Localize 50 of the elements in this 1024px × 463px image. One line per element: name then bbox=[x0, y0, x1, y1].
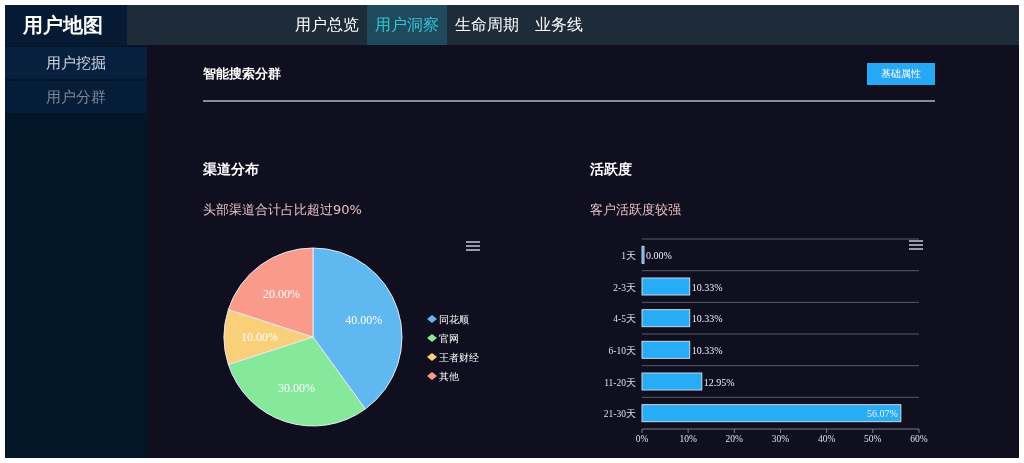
category-label: 4-5天 bbox=[613, 314, 636, 325]
sidebar-item[interactable]: 用户挖掘 bbox=[5, 47, 147, 79]
slice-label: 40.00% bbox=[345, 313, 383, 328]
legend-label[interactable]: 其他 bbox=[439, 371, 459, 382]
legend-marker-icon bbox=[427, 372, 437, 380]
tick-label: 0% bbox=[635, 434, 649, 444]
category-label: 11-20天 bbox=[604, 377, 636, 388]
bar-value-label: 10.33% bbox=[691, 313, 723, 325]
bar bbox=[641, 309, 691, 328]
tick-label: 30% bbox=[771, 434, 790, 444]
slice-label: 20.00% bbox=[263, 286, 301, 301]
legend-label[interactable]: 王者财经 bbox=[439, 352, 479, 363]
tick-label: 20% bbox=[725, 434, 744, 444]
panel-subtitle: 客户活跃度较强 bbox=[590, 202, 681, 217]
tick-label: 50% bbox=[864, 434, 882, 444]
tick-label: 60% bbox=[910, 434, 928, 444]
category-label: 21-30天 bbox=[603, 409, 636, 420]
bar-value-label: 10.33% bbox=[691, 344, 723, 356]
category-label: 2-3天 bbox=[613, 282, 636, 293]
bar bbox=[641, 245, 645, 264]
category-label: 1天 bbox=[621, 250, 636, 261]
sidebar-item[interactable]: 用户分群 bbox=[5, 81, 147, 113]
panel-title: 活跃度 bbox=[590, 161, 632, 177]
bar-value-label: 10.33% bbox=[691, 281, 723, 293]
legend-label[interactable]: 官网 bbox=[439, 333, 459, 344]
menu-icon[interactable] bbox=[909, 240, 923, 250]
nav-tab[interactable]: 用户总览 bbox=[287, 5, 367, 45]
slice-label: 10.00% bbox=[241, 330, 279, 344]
legend-marker-icon bbox=[427, 334, 437, 342]
section-title: 智能搜索分群 bbox=[203, 64, 281, 83]
legend-label[interactable]: 同花顺 bbox=[439, 314, 469, 325]
app-logo: 用户地图 bbox=[5, 5, 127, 45]
bar-value-label: 0.00% bbox=[646, 249, 672, 261]
legend-marker-icon bbox=[427, 315, 437, 323]
menu-icon[interactable] bbox=[466, 241, 480, 251]
tick-label: 40% bbox=[817, 434, 836, 444]
bar-value-label: 12.95% bbox=[703, 376, 735, 388]
category-label: 6-10天 bbox=[608, 345, 636, 356]
nav-tab[interactable]: 业务线 bbox=[527, 5, 591, 45]
legend-marker-icon bbox=[427, 353, 437, 361]
slice-label: 30.00% bbox=[278, 380, 315, 395]
nav-tab[interactable]: 用户洞察 bbox=[367, 5, 447, 45]
tick-label: 10% bbox=[679, 434, 697, 444]
panel-subtitle: 头部渠道合计占比超过90% bbox=[203, 202, 362, 217]
nav-tab[interactable]: 生命周期 bbox=[447, 5, 527, 45]
panel-title: 渠道分布 bbox=[203, 161, 259, 177]
bar-value-label: 56.07% bbox=[867, 408, 898, 420]
bar bbox=[641, 372, 703, 391]
bar bbox=[641, 340, 691, 359]
bar bbox=[641, 277, 691, 296]
